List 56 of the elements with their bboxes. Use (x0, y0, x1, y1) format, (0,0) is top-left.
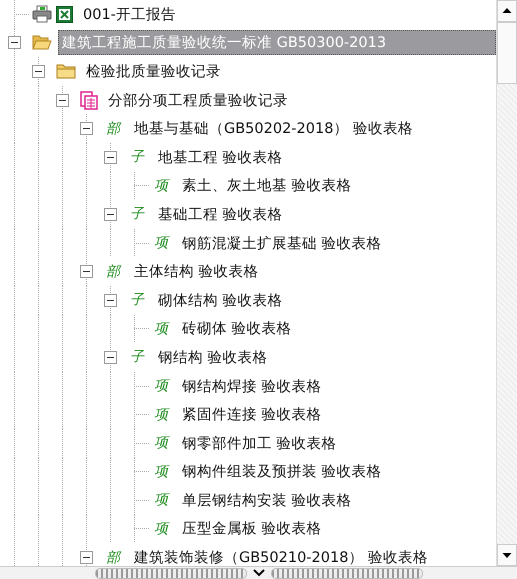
tree-item[interactable]: 素土、灰土地基 验收表格 (178, 173, 496, 198)
collapse-toggle[interactable] (104, 350, 117, 364)
tree-item[interactable]: 砖砌体 验收表格 (178, 316, 496, 342)
tree-item[interactable]: 单层钢结构安装 验收表格 (178, 488, 496, 513)
tree-item[interactable]: 砌体结构 验收表格 (154, 288, 496, 313)
collapse-toggle[interactable] (8, 36, 21, 50)
tree-item[interactable]: 钢筋混凝土扩展基础 验收表格 (178, 230, 496, 256)
collapse-toggle[interactable] (80, 122, 93, 136)
tree-item[interactable]: 压型金属板 验收表格 (178, 516, 496, 542)
collapse-toggle[interactable] (80, 265, 93, 278)
splitter-grip[interactable] (270, 568, 422, 578)
node-tag: 项 (154, 377, 168, 396)
node-tag: 子 (130, 348, 144, 366)
form-icon (80, 90, 98, 110)
node-tag: 部 (106, 120, 120, 138)
tree-item[interactable]: 检验批质量验收记录 (82, 58, 496, 84)
tree-item[interactable]: 地基工程 验收表格 (154, 144, 496, 170)
splitter-grip[interactable] (94, 568, 246, 578)
folder-icon (56, 63, 76, 80)
node-tag: 项 (154, 320, 168, 338)
scroll-down-button[interactable] (497, 544, 517, 566)
tree-item[interactable]: 001-开工报告 (79, 2, 496, 27)
node-tag: 子 (130, 291, 144, 310)
node-tag: 项 (154, 491, 168, 510)
collapse-toggle[interactable] (80, 551, 93, 564)
printer-icon (32, 5, 52, 24)
chevron-down-icon[interactable] (252, 569, 264, 577)
node-tag: 项 (154, 434, 168, 452)
tree-item[interactable]: 分部分项工程质量验收记录 (104, 88, 496, 113)
collapse-toggle[interactable] (104, 208, 117, 221)
open-folder-icon (32, 34, 52, 52)
tree-item[interactable]: 紧固件连接 验收表格 (178, 402, 496, 428)
node-tag: 部 (106, 548, 120, 566)
tree-item[interactable]: 钢零部件加工 验收表格 (178, 430, 496, 456)
node-tag: 项 (154, 462, 168, 481)
scrollbar-thumb[interactable] (497, 22, 517, 84)
node-tag: 子 (130, 205, 144, 224)
node-tag: 项 (154, 520, 168, 538)
collapse-toggle[interactable] (104, 294, 117, 307)
collapse-toggle[interactable] (104, 150, 117, 164)
tree-item[interactable]: 钢结构焊接 验收表格 (178, 374, 496, 399)
tree-item[interactable]: 地基与基础（GB50202-2018） 验收表格 (130, 116, 496, 142)
node-tag: 项 (154, 176, 168, 195)
tree-item[interactable]: 建筑装饰装修（GB50210-2018） 验收表格 (130, 545, 496, 566)
node-tag: 部 (106, 262, 120, 281)
node-tag: 子 (130, 148, 144, 166)
spreadsheet-icon (56, 6, 73, 23)
tree-item[interactable]: 主体结构 验收表格 (130, 259, 496, 284)
scroll-up-button[interactable] (497, 0, 517, 22)
node-tag: 项 (154, 406, 168, 424)
tree-item[interactable]: 钢构件组装及预拼装 验收表格 (178, 459, 496, 484)
tree-item[interactable]: 钢结构 验收表格 (154, 344, 496, 370)
collapse-toggle[interactable] (32, 64, 45, 78)
tree-item[interactable]: 基础工程 验收表格 (154, 202, 496, 227)
collapse-toggle[interactable] (56, 94, 69, 107)
node-tag: 项 (154, 234, 168, 252)
